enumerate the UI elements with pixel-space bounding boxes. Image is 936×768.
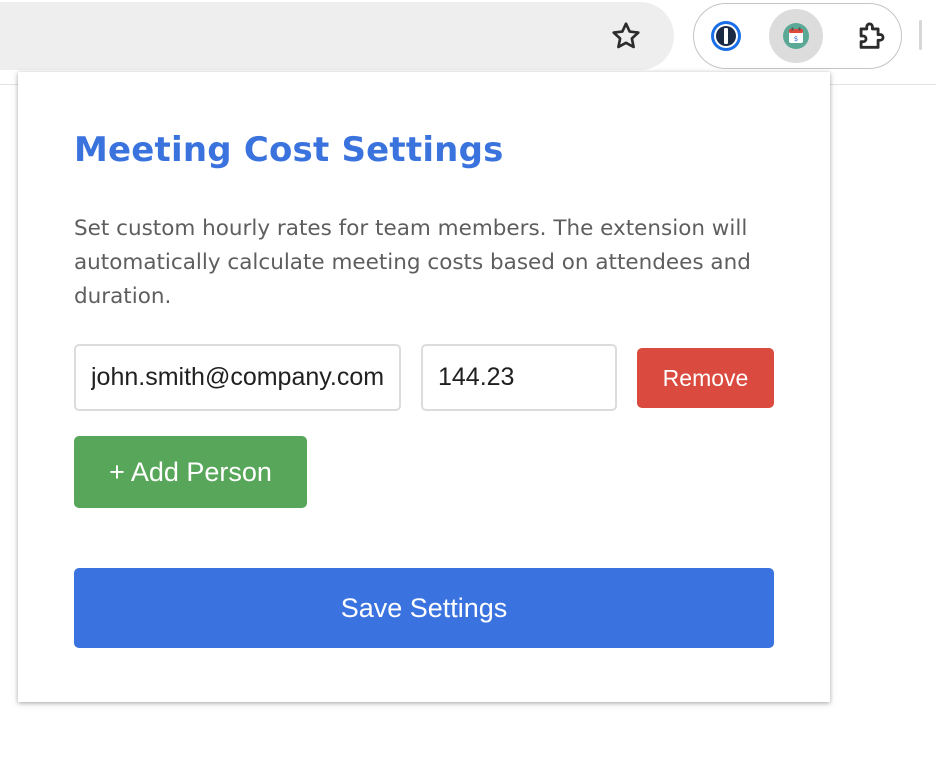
remove-person-button[interactable]: Remove <box>637 348 774 408</box>
calendar-extension-icon[interactable]: $ <box>769 9 823 63</box>
email-input[interactable] <box>74 344 401 411</box>
extensions-puzzle-icon[interactable] <box>846 11 896 61</box>
popup-description: Set custom hourly rates for team members… <box>74 216 751 309</box>
popup-title: Meeting Cost Settings <box>74 130 504 170</box>
hourly-rate-input[interactable] <box>421 344 617 411</box>
settings-popup: Meeting Cost Settings Set custom hourly … <box>18 72 830 702</box>
bookmark-star-icon[interactable] <box>606 16 646 56</box>
password-manager-icon[interactable] <box>701 11 751 61</box>
save-settings-button[interactable]: Save Settings <box>74 568 774 648</box>
address-bar[interactable] <box>0 2 674 70</box>
toolbar-divider <box>919 20 922 50</box>
add-person-button[interactable]: + Add Person <box>74 436 307 508</box>
svg-text:$: $ <box>794 35 798 43</box>
